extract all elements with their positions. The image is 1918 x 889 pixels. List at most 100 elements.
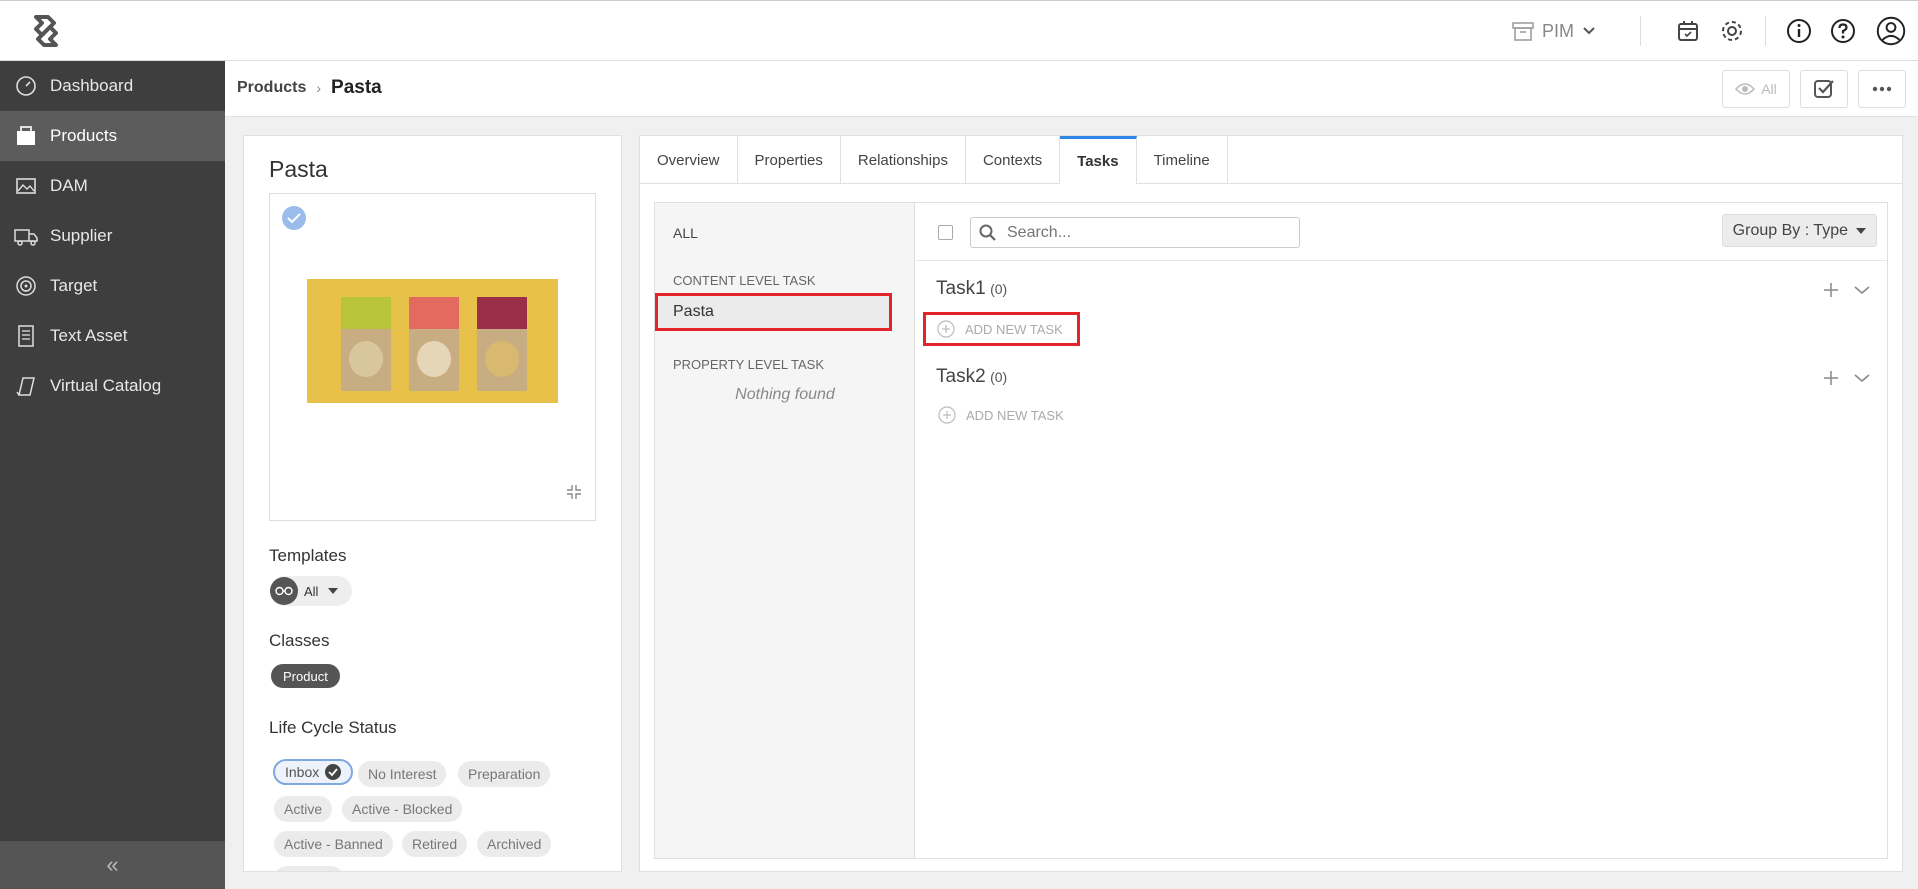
breadcrumb: Products › Pasta <box>237 77 382 99</box>
product-title: Pasta <box>269 156 328 182</box>
lifecycle-chip-active-banned[interactable]: Active - Banned <box>274 831 393 857</box>
product-image <box>307 279 558 403</box>
sidebar-item-dam[interactable]: DAM <box>0 161 225 211</box>
gear-icon[interactable] <box>1717 16 1747 46</box>
sidebar-item-label: Target <box>50 276 98 295</box>
breadcrumb-bar: Products › Pasta All <box>225 61 1918 117</box>
add-new-task-label: ADD NEW TASK <box>966 407 1064 423</box>
sidebar-item-label: DAM <box>50 176 88 195</box>
search-input[interactable] <box>1007 223 1287 242</box>
check-badge-icon <box>1814 80 1834 98</box>
sidebar-item-supplier[interactable]: Supplier <box>0 211 225 261</box>
app-logo-icon[interactable] <box>22 13 70 49</box>
classes-label: Classes <box>269 631 330 650</box>
group-by-label: Group By : Type <box>1732 221 1848 239</box>
lifecycle-chip-active-blocked[interactable]: Active - Blocked <box>342 796 463 822</box>
ellipsis-icon <box>1872 86 1892 92</box>
plus-icon[interactable] <box>1823 370 1839 386</box>
sidebar-item-dashboard[interactable]: Dashboard <box>0 61 225 111</box>
task-group-count: (0) <box>990 369 1008 385</box>
filter-item-pasta[interactable]: Pasta <box>655 293 892 331</box>
lifecycle-chip-label: Inbox <box>285 764 320 780</box>
breadcrumb-products[interactable]: Products <box>237 79 306 97</box>
divider <box>1765 16 1766 46</box>
task-group-count: (0) <box>990 281 1008 297</box>
archive-icon <box>1512 22 1534 41</box>
divider <box>1640 16 1641 46</box>
calendar-icon[interactable] <box>1673 16 1703 46</box>
more-options-button[interactable] <box>1858 70 1906 108</box>
sidebar-collapse-button[interactable]: « <box>0 841 225 889</box>
task-check-button[interactable] <box>1800 70 1848 108</box>
task-group-actions <box>1823 282 1871 298</box>
package-image <box>409 297 459 391</box>
truck-icon <box>14 224 38 248</box>
tab-contexts[interactable]: Contexts <box>966 136 1061 184</box>
breadcrumb-current: Pasta <box>331 77 382 98</box>
task-group-title: Task2 <box>936 366 986 387</box>
module-switcher[interactable]: PIM <box>1512 21 1596 42</box>
selected-check-icon[interactable] <box>282 206 306 230</box>
search-box[interactable] <box>970 217 1300 248</box>
check-circle-icon <box>325 764 342 780</box>
sidebar-item-label: Supplier <box>50 226 113 245</box>
tab-overview[interactable]: Overview <box>640 136 738 184</box>
task-group: Task1 (0) ADD NEW TASK <box>923 278 1871 346</box>
tab-bar: Overview Properties Relationships Contex… <box>640 136 1902 184</box>
task-group-actions <box>1823 370 1871 386</box>
content-level-heading: CONTENT LEVEL TASK <box>673 273 816 288</box>
template-value: All <box>304 583 319 599</box>
task-group-title: Task1 <box>936 278 986 299</box>
lifecycle-chip-overflow[interactable] <box>274 866 344 871</box>
sidebar-item-virtual-catalog[interactable]: Virtual Catalog <box>0 361 225 411</box>
lifecycle-chip-inbox[interactable]: Inbox <box>273 759 354 785</box>
lifecycle-chip-no-interest[interactable]: No Interest <box>358 761 447 787</box>
sidebar-item-products[interactable]: Products <box>0 111 225 161</box>
view-all-button[interactable]: All <box>1722 70 1790 108</box>
tab-timeline[interactable]: Timeline <box>1137 136 1228 184</box>
class-chip[interactable]: Product <box>271 664 340 688</box>
lifecycle-chip-archived[interactable]: Archived <box>477 831 552 857</box>
tab-properties[interactable]: Properties <box>738 136 841 184</box>
products-icon <box>14 124 38 148</box>
sidebar-item-label: Products <box>50 126 118 145</box>
sidebar-item-target[interactable]: Target <box>0 261 225 311</box>
collapse-image-icon[interactable] <box>565 483 583 506</box>
add-new-task-button[interactable]: ADD NEW TASK <box>936 398 1064 432</box>
eye-icon <box>1735 83 1756 95</box>
main-panel: Overview Properties Relationships Contex… <box>639 135 1903 872</box>
product-panel: Pasta Templates All Classes Product Life… <box>243 135 622 872</box>
search-icon <box>979 224 996 241</box>
tab-tasks[interactable]: Tasks <box>1060 136 1137 184</box>
filter-all[interactable]: ALL <box>673 225 698 241</box>
sidebar-item-label: Dashboard <box>50 76 134 95</box>
plus-icon[interactable] <box>1823 282 1839 298</box>
chevron-down-icon <box>1583 27 1595 35</box>
select-all-checkbox[interactable] <box>938 225 953 240</box>
plus-circle-icon <box>938 406 956 424</box>
lifecycle-label: Life Cycle Status <box>269 718 397 737</box>
task-content: Group By : Type Task1 (0) ADD NEW TASK T… <box>916 203 1887 858</box>
caret-down-icon <box>1856 227 1866 234</box>
add-new-task-button[interactable]: ADD NEW TASK <box>923 312 1080 346</box>
chevron-down-icon[interactable] <box>1853 370 1871 386</box>
sidebar-item-text-asset[interactable]: Text Asset <box>0 311 225 361</box>
target-icon <box>14 274 38 298</box>
lifecycle-chip-retired[interactable]: Retired <box>402 831 468 857</box>
template-selector[interactable]: All <box>270 576 352 606</box>
lifecycle-chip-active[interactable]: Active <box>274 796 333 822</box>
sidebar-item-label: Text Asset <box>50 326 128 345</box>
chevron-down-icon[interactable] <box>1853 282 1871 298</box>
image-icon <box>14 174 38 198</box>
info-icon[interactable] <box>1784 16 1814 46</box>
lifecycle-chip-preparation[interactable]: Preparation <box>458 761 551 787</box>
group-by-dropdown[interactable]: Group By : Type <box>1721 214 1877 247</box>
glasses-icon <box>270 577 298 605</box>
package-image <box>341 297 391 391</box>
tab-relationships[interactable]: Relationships <box>841 136 966 184</box>
sidebar: Dashboard Products DAM Supplier Target T… <box>0 61 225 889</box>
templates-label: Templates <box>269 546 347 565</box>
breadcrumb-separator: › <box>316 80 322 96</box>
user-icon[interactable] <box>1876 16 1906 46</box>
help-icon[interactable] <box>1828 16 1858 46</box>
